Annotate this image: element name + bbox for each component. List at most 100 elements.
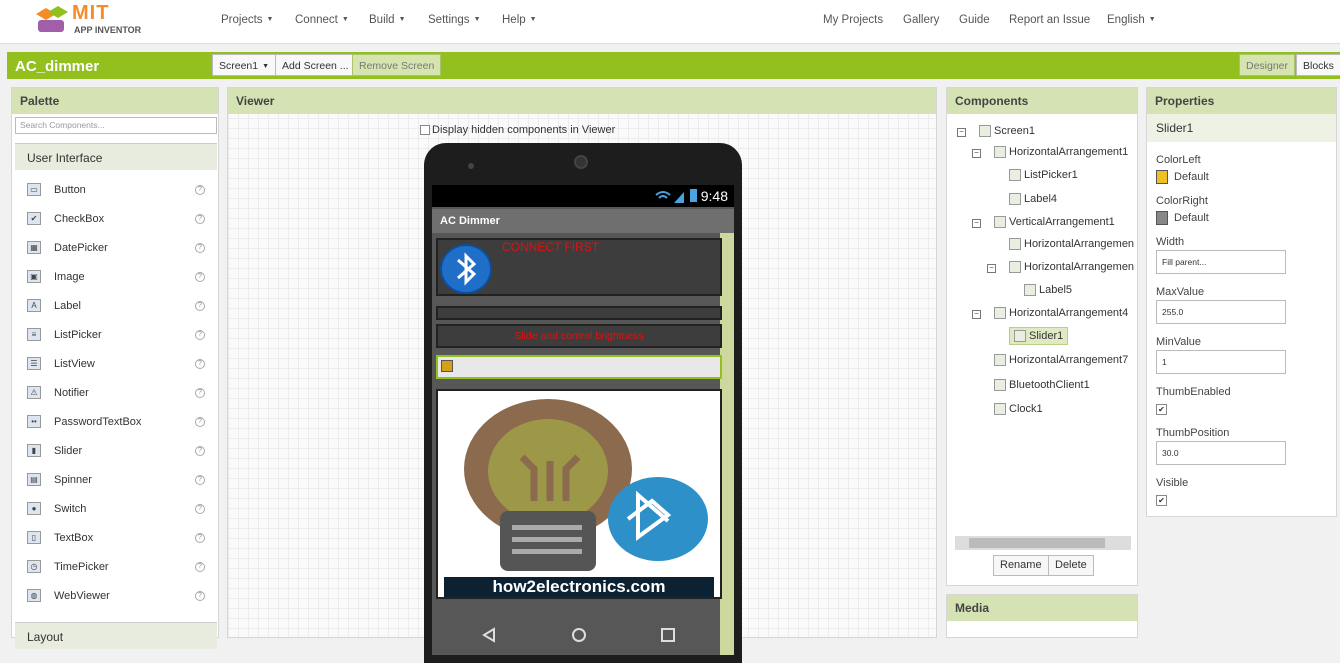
link-gallery[interactable]: Gallery: [903, 14, 939, 26]
palette-item-slider[interactable]: ▮ Slider?: [15, 437, 217, 466]
help-icon[interactable]: ?: [195, 214, 205, 224]
link-guide[interactable]: Guide: [959, 14, 990, 26]
palette-item-checkbox[interactable]: ✔ CheckBox?: [15, 205, 217, 234]
collapse-icon[interactable]: −: [972, 149, 981, 158]
palette-panel: Palette Search Components... User Interf…: [11, 87, 219, 649]
component-label4[interactable]: Label4: [1009, 193, 1057, 206]
add-screen-button[interactable]: Add Screen ...: [275, 54, 356, 76]
palette-item-spinner[interactable]: ▤ Spinner?: [15, 466, 217, 495]
collapse-icon[interactable]: −: [972, 219, 981, 228]
help-icon[interactable]: ?: [195, 185, 205, 195]
maxvalue-input[interactable]: 255.0: [1156, 300, 1286, 324]
palette-item-label[interactable]: A Label?: [15, 292, 217, 321]
palette-item-button[interactable]: ▭ Button?: [15, 176, 217, 205]
help-icon[interactable]: ?: [195, 272, 205, 282]
component-horizontalarrangement4[interactable]: HorizontalArrangement4: [994, 307, 1128, 320]
search-components-input[interactable]: Search Components...: [15, 117, 217, 134]
menu-build[interactable]: Build ▼: [369, 14, 406, 26]
palette-item-datepicker[interactable]: ▦ DatePicker?: [15, 234, 217, 263]
menu-connect[interactable]: Connect ▼: [295, 14, 349, 26]
palette-item-listview[interactable]: ☰ ListView?: [15, 350, 217, 379]
collapse-icon[interactable]: −: [972, 310, 981, 319]
help-icon[interactable]: ?: [195, 533, 205, 543]
component-horizontalarrangemen[interactable]: HorizontalArrangemen: [1009, 261, 1134, 274]
section-layout[interactable]: Layout: [15, 622, 217, 649]
logo-subtitle: APP INVENTOR: [74, 25, 142, 35]
palette-item-switch[interactable]: ● Switch?: [15, 495, 217, 524]
mit-app-inventor-logo[interactable]: MIT APP INVENTOR: [32, 2, 152, 40]
palette-item-textbox[interactable]: ▯ TextBox?: [15, 524, 217, 553]
menu-projects[interactable]: Projects ▼: [221, 14, 273, 26]
help-icon[interactable]: ?: [195, 591, 205, 601]
width-input[interactable]: Fill parent...: [1156, 250, 1286, 274]
collapse-icon[interactable]: −: [957, 128, 966, 137]
collapse-icon[interactable]: −: [987, 264, 996, 273]
signal-icon: [655, 191, 684, 203]
slide-label-box[interactable]: Slide and control brightness: [436, 324, 722, 348]
help-icon[interactable]: ?: [195, 388, 205, 398]
menu-settings[interactable]: Settings ▼: [428, 14, 481, 26]
component-label5[interactable]: Label5: [1024, 284, 1073, 297]
component-screen1[interactable]: Screen1: [979, 125, 1035, 138]
palette-item-listpicker[interactable]: ≡ ListPicker?: [15, 321, 217, 350]
palette-item-label: Spinner: [54, 474, 92, 486]
component-horizontalarrangement1[interactable]: HorizontalArrangement1: [994, 146, 1128, 159]
minvalue-input[interactable]: 1: [1156, 350, 1286, 374]
section-user-interface[interactable]: User Interface: [15, 143, 217, 170]
horizontal-scrollbar[interactable]: [955, 536, 1131, 550]
visible-checkbox[interactable]: ✔: [1156, 495, 1167, 506]
component-label: Clock1: [1009, 403, 1043, 415]
help-icon[interactable]: ?: [195, 504, 205, 514]
slider-thumb-icon[interactable]: [441, 360, 453, 372]
colorleft-value[interactable]: Default: [1174, 171, 1209, 183]
selected-component-name: Slider1: [1147, 114, 1336, 142]
component-slider1[interactable]: Slider1: [1009, 327, 1069, 346]
rename-button[interactable]: Rename: [993, 555, 1049, 576]
display-hidden-checkbox[interactable]: Display hidden components in Viewer: [420, 124, 615, 136]
help-icon[interactable]: ?: [195, 330, 205, 340]
thumbenabled-checkbox[interactable]: ✔: [1156, 404, 1167, 415]
help-icon[interactable]: ?: [195, 301, 205, 311]
component-listpicker1[interactable]: ListPicker1: [1009, 169, 1078, 182]
help-icon[interactable]: ?: [195, 475, 205, 485]
thumbposition-input[interactable]: 30.0: [1156, 441, 1286, 465]
palette-item-passwordtextbox[interactable]: •• PasswordTextBox?: [15, 408, 217, 437]
horizontal-arrangement[interactable]: [436, 306, 722, 320]
help-icon[interactable]: ?: [195, 446, 205, 456]
language-select[interactable]: English ▼: [1107, 14, 1156, 26]
maxvalue-label: MaxValue: [1156, 286, 1205, 298]
palette-item-label: CheckBox: [54, 213, 105, 225]
component-label: Label5: [1039, 284, 1073, 296]
colorleft-swatch[interactable]: [1156, 170, 1168, 184]
media-title: Media: [947, 595, 1137, 621]
help-icon[interactable]: ?: [195, 359, 205, 369]
link-my-projects[interactable]: My Projects: [823, 14, 883, 26]
delete-button[interactable]: Delete: [1048, 555, 1094, 576]
bluetooth-icon[interactable]: [440, 244, 492, 294]
screen-select[interactable]: Screen1 ▼: [212, 54, 277, 76]
help-icon[interactable]: ?: [195, 562, 205, 572]
recents-icon: [661, 628, 675, 642]
palette-item-image[interactable]: ▣ Image?: [15, 263, 217, 292]
components-panel: Components − Screen1 − HorizontalArrangemen…: [946, 87, 1138, 586]
component-clock1[interactable]: Clock1: [994, 403, 1043, 416]
colorright-value[interactable]: Default: [1174, 212, 1209, 224]
thumbenabled-label: ThumbEnabled: [1156, 386, 1231, 398]
component-horizontalarrangement7[interactable]: HorizontalArrangement7: [994, 354, 1128, 367]
component-bluetoothclient1[interactable]: BluetoothClient1: [994, 379, 1090, 392]
remove-screen-button[interactable]: Remove Screen: [352, 54, 442, 76]
palette-item-webviewer[interactable]: ◍ WebViewer?: [15, 582, 217, 611]
colorright-swatch[interactable]: [1156, 211, 1168, 225]
palette-item-timepicker[interactable]: ◷ TimePicker?: [15, 553, 217, 582]
component-verticalarrangement1[interactable]: VerticalArrangement1: [994, 216, 1115, 229]
designer-button[interactable]: Designer: [1239, 54, 1296, 76]
slider-component[interactable]: [436, 355, 722, 379]
connect-arrangement[interactable]: CONNECT FIRST: [436, 238, 722, 296]
component-horizontalarrangemen[interactable]: HorizontalArrangemen: [1009, 238, 1134, 251]
help-icon[interactable]: ?: [195, 243, 205, 253]
palette-item-notifier[interactable]: ⚠ Notifier?: [15, 379, 217, 408]
menu-help[interactable]: Help ▼: [502, 14, 537, 26]
blocks-button[interactable]: Blocks: [1296, 54, 1340, 76]
help-icon[interactable]: ?: [195, 417, 205, 427]
link-report-issue[interactable]: Report an Issue: [1009, 14, 1090, 26]
